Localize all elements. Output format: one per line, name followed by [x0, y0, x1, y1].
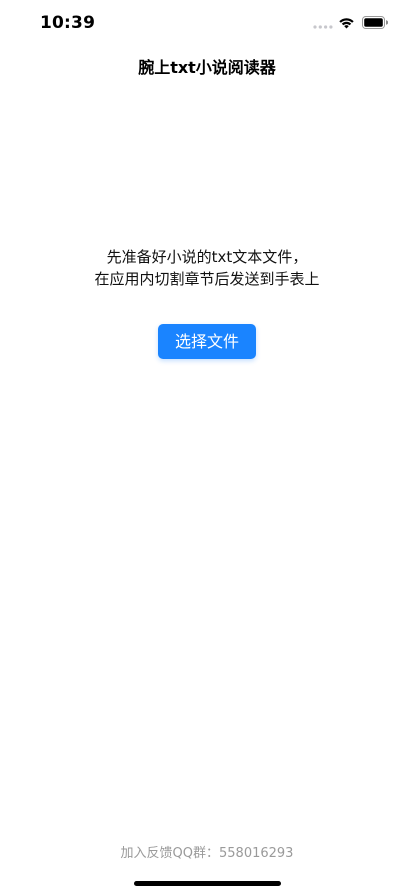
status-time: 10:39	[40, 13, 96, 33]
choose-file-button[interactable]: 选择文件	[158, 324, 256, 359]
page-title: 腕上txt小说阅读器	[138, 58, 276, 77]
intro-line-1: 先准备好小说的txt文本文件，	[106, 248, 308, 266]
wifi-icon	[339, 18, 354, 29]
feedback-qq-group-text: 加入反馈QQ群：558016293	[120, 846, 294, 861]
intro-text: 先准备好小说的txt文本文件， 在应用内切割章节后发送到手表上	[0, 246, 414, 290]
battery-icon	[362, 16, 388, 29]
signal-dots-icon	[313, 25, 333, 29]
home-indicator[interactable]	[134, 881, 281, 886]
intro-line-2: 在应用内切割章节后发送到手表上	[94, 270, 320, 288]
status-bar: 10:39	[0, 0, 414, 44]
